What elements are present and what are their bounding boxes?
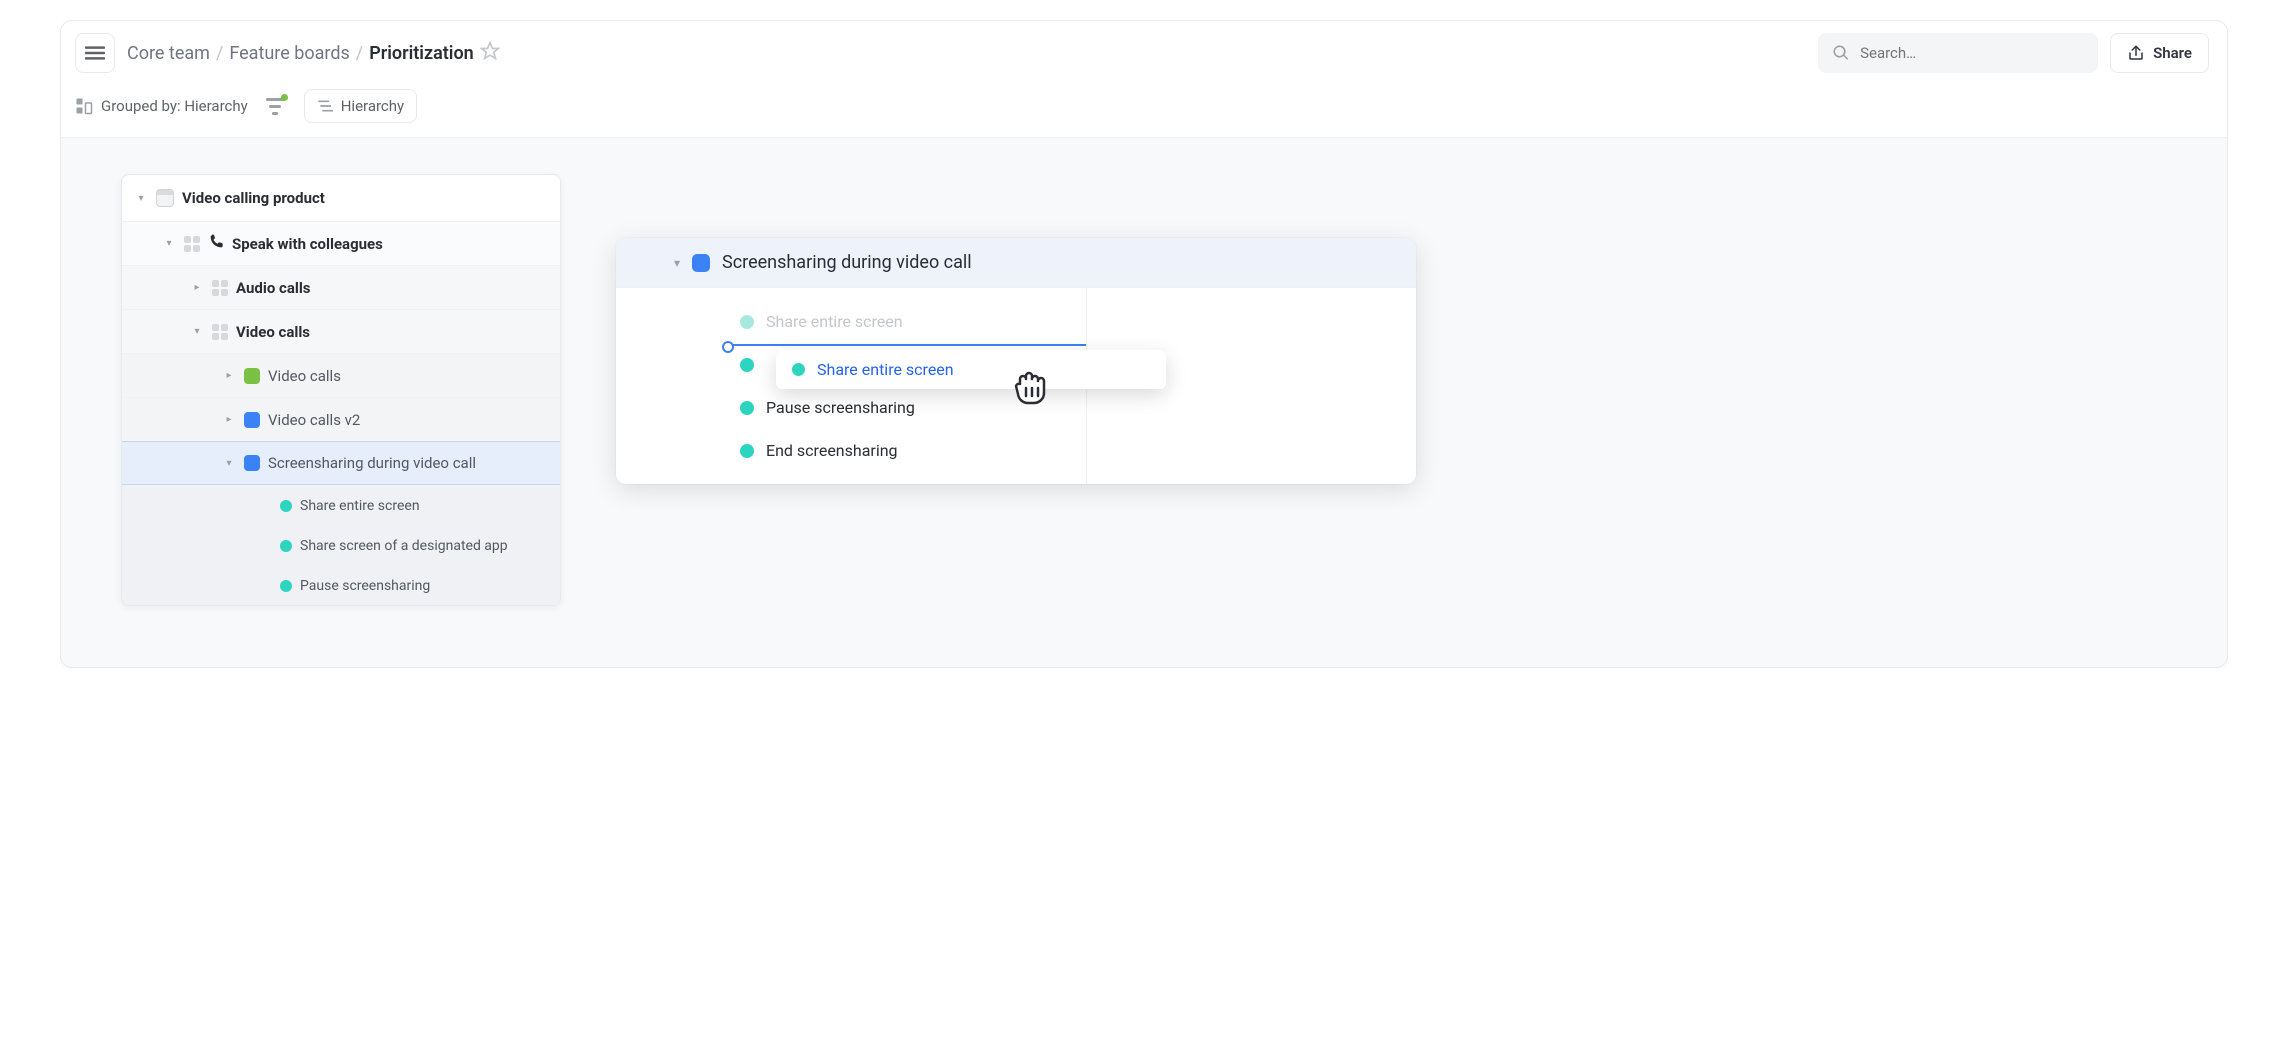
grid-icon	[212, 280, 228, 296]
status-dot-icon	[280, 580, 292, 592]
tree-label: Pause screensharing	[300, 578, 430, 594]
hierarchy-chip-label: Hierarchy	[341, 97, 404, 115]
breadcrumb-prioritization[interactable]: Prioritization	[369, 43, 474, 64]
chevron-down-icon[interactable]: ▾	[134, 193, 148, 204]
menu-button[interactable]	[75, 33, 115, 73]
status-dot-icon	[280, 540, 292, 552]
toolbar: Grouped by: Hierarchy Hierarchy	[61, 85, 2227, 137]
status-dot-icon	[740, 444, 754, 458]
hamburger-icon	[85, 43, 105, 63]
tree-row-video[interactable]: ▾ Video calls	[122, 309, 560, 353]
grid-icon	[212, 324, 228, 340]
breadcrumb-core-team[interactable]: Core team	[127, 43, 210, 64]
phone-icon	[208, 234, 224, 254]
hierarchy-chip[interactable]: Hierarchy	[304, 89, 417, 123]
tree-icon	[317, 98, 333, 114]
share-icon	[2127, 44, 2145, 62]
status-dot-icon	[740, 401, 754, 415]
tree-row-share-entire[interactable]: Share entire screen	[122, 485, 560, 525]
tree-row-pause-share[interactable]: Pause screensharing	[122, 565, 560, 605]
filter-button[interactable]	[266, 96, 286, 116]
tree-label: Share screen of a designated app	[300, 538, 508, 554]
chevron-down-icon[interactable]: ▾	[222, 458, 236, 469]
tree-row-share-app[interactable]: Share screen of a designated app	[122, 525, 560, 565]
chevron-down-icon[interactable]: ▾	[190, 326, 204, 337]
hierarchy-icon	[75, 97, 93, 115]
tree-label: Screensharing during video call	[268, 454, 476, 472]
status-dot-icon	[740, 358, 754, 372]
app-frame: Core team / Feature boards / Prioritizat…	[60, 20, 2228, 668]
window-icon	[156, 189, 174, 207]
chevron-down-icon[interactable]: ▾	[162, 238, 176, 249]
canvas-area: ▾ Video calling product ▾ Speak with col…	[61, 137, 2227, 667]
grouped-by-control[interactable]: Grouped by: Hierarchy	[75, 97, 248, 115]
grab-cursor-icon	[1006, 362, 1054, 414]
status-dot-icon	[740, 315, 754, 329]
tree-label: Video calls	[236, 323, 310, 341]
tree-row-video-calls-v2[interactable]: ▸ Video calls v2	[122, 397, 560, 441]
detail-item-label: Pause screensharing	[766, 398, 915, 417]
chevron-right-icon[interactable]: ▸	[222, 414, 236, 425]
color-square-icon	[692, 254, 710, 272]
search-icon	[1832, 44, 1850, 62]
tree-label: Share entire screen	[300, 498, 420, 514]
header-bar: Core team / Feature boards / Prioritizat…	[61, 21, 2227, 85]
status-dot-icon	[792, 363, 805, 376]
detail-body: Share entire screen placeholder Pause sc…	[616, 288, 1416, 484]
hierarchy-tree: ▾ Video calling product ▾ Speak with col…	[121, 174, 561, 606]
share-button[interactable]: Share	[2110, 33, 2209, 73]
breadcrumb: Core team / Feature boards / Prioritizat…	[127, 41, 500, 66]
detail-header[interactable]: ▾ Screensharing during video call	[616, 238, 1416, 288]
search-box[interactable]	[1818, 33, 2098, 73]
tree-row-screensharing[interactable]: ▾ Screensharing during video call	[122, 441, 560, 485]
tree-label: Video calls	[268, 367, 341, 385]
tree-row-speak[interactable]: ▾ Speak with colleagues	[122, 221, 560, 265]
star-icon	[480, 41, 500, 61]
tree-label: Video calling product	[182, 189, 325, 207]
chevron-right-icon[interactable]: ▸	[222, 370, 236, 381]
color-square-icon	[244, 455, 260, 471]
tree-row-audio[interactable]: ▸ Audio calls	[122, 265, 560, 309]
search-input[interactable]	[1860, 44, 2084, 62]
breadcrumb-separator: /	[216, 43, 223, 64]
chevron-right-icon[interactable]: ▸	[190, 282, 204, 293]
drag-ghost-card[interactable]: Share entire screen	[776, 350, 1166, 389]
share-label: Share	[2153, 44, 2192, 62]
detail-item-end[interactable]: End screensharing	[616, 429, 1086, 472]
grid-icon	[184, 236, 200, 252]
drag-ghost-label: Share entire screen	[817, 360, 954, 379]
tree-row-video-calls[interactable]: ▸ Video calls	[122, 353, 560, 397]
tree-row-root[interactable]: ▾ Video calling product	[122, 175, 560, 221]
grouped-by-text: Grouped by: Hierarchy	[101, 97, 248, 115]
breadcrumb-feature-boards[interactable]: Feature boards	[229, 43, 349, 64]
detail-item-label: Share entire screen	[766, 312, 903, 331]
detail-panel: ▾ Screensharing during video call Share …	[616, 238, 1416, 484]
color-square-icon	[244, 412, 260, 428]
header-actions: Share	[1818, 33, 2209, 73]
favorite-button[interactable]	[480, 41, 500, 66]
status-dot-icon	[280, 500, 292, 512]
detail-items-column: Share entire screen placeholder Pause sc…	[616, 288, 1086, 484]
color-square-icon	[244, 368, 260, 384]
tree-label: Speak with colleagues	[232, 235, 383, 253]
breadcrumb-separator: /	[356, 43, 363, 64]
tree-label: Video calls v2	[268, 411, 360, 429]
detail-item-label: End screensharing	[766, 441, 898, 460]
tree-label: Audio calls	[236, 279, 311, 297]
detail-item-share-entire-ghost[interactable]: Share entire screen	[616, 300, 1086, 343]
detail-title: Screensharing during video call	[722, 252, 972, 273]
chevron-down-icon[interactable]: ▾	[674, 256, 680, 270]
